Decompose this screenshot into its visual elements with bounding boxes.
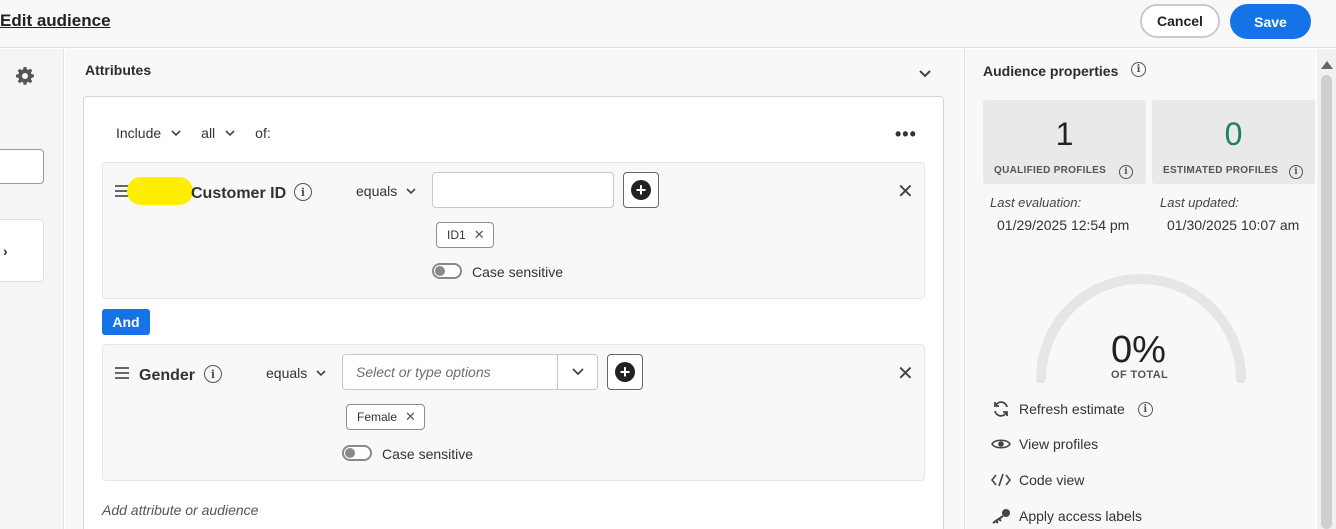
refresh-estimate-label: Refresh estimate bbox=[1019, 401, 1125, 417]
audience-properties-panel: Audience properties i 1 QUALIFIED PROFIL… bbox=[964, 49, 1316, 529]
info-icon[interactable]: i bbox=[1131, 62, 1146, 77]
estimated-count: 0 bbox=[1224, 116, 1243, 152]
add-value-button[interactable]: + bbox=[623, 172, 659, 208]
include-dropdown[interactable]: Include bbox=[116, 125, 161, 141]
last-evaluation-label: Last evaluation: bbox=[990, 195, 1082, 210]
top-bar: Edit audience Cancel Save bbox=[0, 0, 1336, 48]
case-sensitive-toggle[interactable] bbox=[342, 445, 372, 461]
include-row: Include all of: bbox=[116, 125, 271, 141]
code-view-action[interactable]: Code view bbox=[991, 472, 1084, 488]
last-updated-label: Last updated: bbox=[1160, 195, 1239, 210]
remove-tag-icon[interactable]: ✕ bbox=[474, 227, 485, 243]
of-label: of: bbox=[255, 125, 271, 141]
add-attribute-placeholder[interactable]: Add attribute or audience bbox=[102, 502, 258, 518]
save-button[interactable]: Save bbox=[1230, 4, 1311, 39]
chevron-down-icon[interactable] bbox=[918, 69, 932, 79]
remove-tag-icon[interactable]: ✕ bbox=[405, 409, 416, 425]
value-input[interactable] bbox=[432, 172, 614, 208]
info-icon[interactable]: i bbox=[294, 183, 312, 201]
operator-dropdown[interactable]: equals bbox=[356, 183, 416, 199]
qualified-count: 1 bbox=[1055, 116, 1074, 152]
operator-label: equals bbox=[356, 183, 398, 199]
qualified-label: QUALIFIED PROFILES bbox=[994, 165, 1107, 176]
cancel-button[interactable]: Cancel bbox=[1140, 4, 1220, 38]
info-icon[interactable]: i bbox=[1289, 165, 1303, 179]
info-icon[interactable]: i bbox=[1137, 401, 1153, 417]
refresh-icon bbox=[994, 401, 1008, 417]
page-title: Edit audience bbox=[0, 11, 111, 30]
condition-card: Gender i equals Select or type options +… bbox=[102, 344, 925, 481]
case-sensitive-toggle[interactable] bbox=[432, 263, 462, 279]
condition-name: Customer ID bbox=[191, 185, 287, 202]
properties-title: Audience properties bbox=[983, 63, 1119, 79]
info-icon[interactable]: i bbox=[1119, 165, 1133, 179]
all-dropdown[interactable]: all bbox=[201, 125, 215, 141]
scrollbar[interactable] bbox=[1317, 49, 1336, 529]
tag-label: Female bbox=[357, 410, 398, 424]
operator-label: equals bbox=[266, 365, 308, 381]
chevron-right-icon[interactable]: › bbox=[3, 243, 8, 259]
percent-value: 0% bbox=[1111, 329, 1166, 371]
redaction-highlight bbox=[127, 177, 193, 205]
gear-icon[interactable] bbox=[15, 66, 35, 86]
options-combobox[interactable]: Select or type options bbox=[342, 354, 598, 390]
value-tag: ID1 ✕ bbox=[436, 222, 494, 248]
chevron-down-icon[interactable] bbox=[557, 355, 597, 389]
add-value-button[interactable]: + bbox=[607, 354, 643, 390]
attributes-title: Attributes bbox=[85, 62, 152, 78]
refresh-estimate-action[interactable]: Refresh estimate i bbox=[991, 400, 1153, 418]
chevron-down-icon[interactable] bbox=[225, 129, 235, 137]
add-icon: + bbox=[615, 362, 635, 382]
condition-name: Gender bbox=[139, 367, 196, 384]
condition-card: Customer ID i equals + ✕ ID1 ✕ Case sens… bbox=[102, 162, 925, 299]
rail-search-input[interactable] bbox=[0, 149, 44, 184]
case-sensitive-label: Case sensitive bbox=[472, 264, 564, 280]
case-sensitive-label: Case sensitive bbox=[382, 446, 474, 462]
code-icon bbox=[991, 473, 1011, 487]
combobox-placeholder: Select or type options bbox=[356, 364, 491, 380]
apply-access-labels-label: Apply access labels bbox=[1019, 508, 1142, 524]
percent-label: OF TOTAL bbox=[1111, 369, 1169, 381]
view-profiles-label: View profiles bbox=[1019, 436, 1099, 452]
qualified-profiles-card: 1 QUALIFIED PROFILES i bbox=[983, 100, 1146, 184]
and-badge[interactable]: And bbox=[102, 309, 150, 335]
operator-dropdown[interactable]: equals bbox=[266, 365, 326, 381]
chevron-down-icon bbox=[406, 187, 416, 194]
info-icon[interactable]: i bbox=[204, 365, 222, 383]
left-rail: › bbox=[0, 49, 64, 529]
scroll-thumb[interactable] bbox=[1321, 75, 1332, 529]
chevron-down-icon[interactable] bbox=[171, 129, 181, 137]
tag-label: ID1 bbox=[447, 228, 466, 242]
add-icon: + bbox=[631, 180, 651, 200]
drag-handle-icon[interactable] bbox=[115, 367, 129, 382]
rail-card[interactable]: › bbox=[0, 219, 44, 282]
eye-icon bbox=[991, 439, 1011, 449]
scroll-up-icon[interactable] bbox=[1321, 61, 1333, 69]
close-icon[interactable]: ✕ bbox=[897, 179, 914, 204]
view-profiles-action[interactable]: View profiles bbox=[991, 436, 1098, 452]
estimated-profiles-card: 0 ESTIMATED PROFILES i bbox=[1152, 100, 1315, 184]
more-icon[interactable]: ••• bbox=[895, 124, 917, 145]
last-evaluation-value: 01/29/2025 12:54 pm bbox=[997, 217, 1130, 233]
chevron-down-icon bbox=[316, 369, 326, 376]
code-view-label: Code view bbox=[1019, 472, 1085, 488]
value-tag: Female ✕ bbox=[346, 404, 425, 430]
close-icon[interactable]: ✕ bbox=[897, 361, 914, 386]
apply-access-labels-action[interactable]: Apply access labels bbox=[991, 508, 1142, 524]
key-icon bbox=[992, 509, 1010, 524]
estimated-label: ESTIMATED PROFILES bbox=[1163, 165, 1279, 176]
last-updated-value: 01/30/2025 10:07 am bbox=[1167, 217, 1300, 233]
